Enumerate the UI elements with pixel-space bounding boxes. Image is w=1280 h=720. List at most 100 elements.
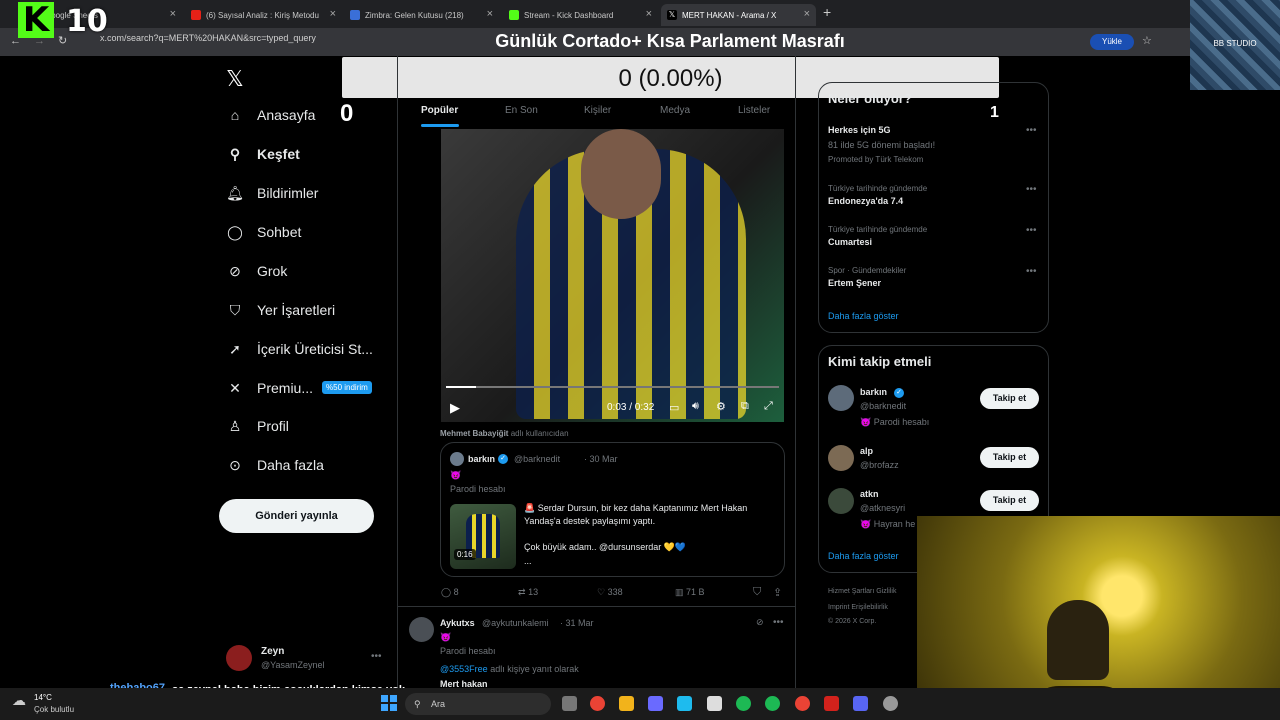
spotify-icon[interactable] bbox=[736, 696, 751, 711]
tweet-author-handle: @aykutunkalemi bbox=[482, 618, 549, 628]
nav-profile[interactable]: ♙ Profil bbox=[226, 417, 289, 435]
trend-name[interactable]: Herkes için 5G bbox=[828, 125, 891, 135]
avatar[interactable] bbox=[828, 488, 854, 514]
tab-x-search[interactable]: 𝕏 MERT HAKAN - Arama / X × bbox=[661, 4, 816, 26]
follow-user-name[interactable]: alp bbox=[860, 446, 873, 456]
captions-icon[interactable]: ▭ bbox=[669, 401, 679, 414]
follow-user-name[interactable]: barkın bbox=[860, 387, 887, 397]
kick-logo: K bbox=[18, 2, 54, 38]
tab-youtube[interactable]: (6) Sayısal Analiz : Kiriş Metodu × bbox=[185, 4, 342, 26]
premium-badge[interactable]: %50 indirim bbox=[322, 381, 372, 394]
search-icon: ⚲ bbox=[414, 699, 421, 709]
settings-icon[interactable]: ⚙ bbox=[716, 400, 726, 413]
avatar[interactable] bbox=[409, 617, 434, 642]
follow-user-note: 😈 Parodi hesabı bbox=[860, 417, 930, 427]
acrobat-icon[interactable] bbox=[824, 696, 839, 711]
x-logo-icon[interactable]: 𝕏 bbox=[226, 66, 244, 92]
nav-chat[interactable]: ◯ Sohbet bbox=[226, 223, 301, 241]
close-icon[interactable]: × bbox=[330, 8, 336, 20]
tab-media[interactable]: Medya bbox=[660, 105, 690, 116]
file-explorer-icon[interactable] bbox=[619, 696, 634, 711]
discord-icon[interactable] bbox=[853, 696, 868, 711]
play-icon[interactable]: ▶ bbox=[450, 400, 460, 416]
nav-notifications[interactable]: 🔔︎ Bildirimler bbox=[226, 184, 318, 202]
quoted-tweet[interactable]: barkın ✓ @barknedit · 30 Mar 😈 Parodi he… bbox=[440, 442, 785, 577]
grok-icon[interactable]: ⊘ bbox=[756, 617, 764, 628]
trends-show-more[interactable]: Daha fazla göster bbox=[828, 311, 899, 321]
task-view-icon[interactable] bbox=[562, 696, 577, 711]
post-button[interactable]: Gönderi yayınla bbox=[219, 499, 374, 533]
url-field[interactable]: x.com/search?q=MERT%20HAKAN&src=typed_qu… bbox=[100, 33, 316, 43]
bookmark-star-icon[interactable]: ☆ bbox=[1142, 34, 1152, 47]
nav-creator-studio[interactable]: ➚ İçerik Üreticisi St... bbox=[226, 340, 373, 358]
trend-menu-icon[interactable]: ••• bbox=[1026, 225, 1037, 236]
close-icon[interactable]: × bbox=[170, 8, 176, 20]
trend-name[interactable]: Cumartesi bbox=[828, 237, 872, 247]
chrome-icon[interactable] bbox=[795, 696, 810, 711]
follow-user-name[interactable]: atkn bbox=[860, 489, 879, 499]
video-player[interactable]: ▶ 0:03 / 0:32 ▭ 🔊︎ ⚙ ⧉ ⤢ bbox=[441, 129, 784, 422]
tweet-date: 31 Mar bbox=[565, 618, 594, 628]
tab-people[interactable]: Kişiler bbox=[584, 105, 611, 116]
close-icon[interactable]: × bbox=[646, 8, 652, 20]
account-menu-icon[interactable]: ••• bbox=[371, 651, 382, 662]
nav-bookmarks[interactable]: ⛉ Yer İşaretleri bbox=[226, 301, 335, 319]
video-seek-track[interactable] bbox=[446, 386, 779, 388]
footer-links-2[interactable]: Imprint Erişilebilirlik bbox=[828, 604, 888, 611]
repost-action[interactable]: ⇄ 13 bbox=[518, 587, 538, 598]
trend-menu-icon[interactable]: ••• bbox=[1026, 266, 1037, 277]
weather-desc[interactable]: Çok bulutlu bbox=[34, 705, 74, 714]
close-icon[interactable]: × bbox=[487, 8, 493, 20]
share-icon[interactable]: ⇪ bbox=[773, 586, 782, 599]
chat-icon: ◯ bbox=[227, 223, 243, 240]
tab-kick[interactable]: Stream - Kick Dashboard × bbox=[503, 4, 658, 26]
follow-show-more[interactable]: Daha fazla göster bbox=[828, 551, 899, 561]
new-tab-button[interactable]: + bbox=[823, 4, 831, 20]
store-icon[interactable] bbox=[707, 696, 722, 711]
weather-temp[interactable]: 14°C bbox=[34, 693, 52, 702]
bookmark-icon[interactable]: ⛉ bbox=[753, 586, 761, 599]
tweet-menu-icon[interactable]: ••• bbox=[773, 617, 784, 628]
pip-icon[interactable]: ⧉ bbox=[741, 400, 749, 413]
follow-button[interactable]: Takip et bbox=[980, 447, 1039, 468]
tab-lists[interactable]: Listeler bbox=[738, 105, 770, 116]
nav-explore[interactable]: ⚲ Keşfet bbox=[226, 145, 300, 163]
nav-grok[interactable]: ⊘ Grok bbox=[226, 262, 287, 280]
windows-start-icon[interactable] bbox=[381, 695, 397, 711]
follow-button[interactable]: Takip et bbox=[980, 490, 1039, 511]
spotify-icon[interactable] bbox=[765, 696, 780, 711]
trend-name[interactable]: Endonezya'da 7.4 bbox=[828, 196, 903, 206]
quoted-thumbnail[interactable]: 0:16 bbox=[450, 504, 516, 569]
reply-action[interactable]: ◯ 8 bbox=[441, 587, 459, 598]
x-icon: ✕ bbox=[229, 379, 241, 396]
obs-icon[interactable] bbox=[883, 696, 898, 711]
trend-name[interactable]: Ertem Şener bbox=[828, 278, 881, 288]
app-icon[interactable] bbox=[648, 696, 663, 711]
nav-more[interactable]: ⊙ Daha fazla bbox=[226, 456, 324, 474]
thumbnail-duration: 0:16 bbox=[454, 549, 476, 560]
tab-zimbra[interactable]: Zimbra: Gelen Kutusu (218) × bbox=[344, 4, 499, 26]
rocket-icon: ➚ bbox=[229, 340, 241, 357]
footer-links-1[interactable]: Hizmet Şartları Gizlilik bbox=[828, 588, 896, 595]
volume-icon[interactable]: 🔊︎ bbox=[692, 400, 699, 413]
trend-menu-icon[interactable]: ••• bbox=[1026, 184, 1037, 195]
trend-menu-icon[interactable]: ••• bbox=[1026, 125, 1037, 136]
verified-icon: ✓ bbox=[498, 454, 508, 464]
views-action[interactable]: ▥ 71 B bbox=[675, 587, 705, 598]
nav-premium[interactable]: ✕ Premiu... bbox=[226, 379, 313, 397]
fullscreen-icon[interactable]: ⤢ bbox=[764, 400, 773, 413]
chrome-icon[interactable] bbox=[590, 696, 605, 711]
avatar[interactable] bbox=[828, 445, 854, 471]
edge-icon[interactable] bbox=[677, 696, 692, 711]
close-icon[interactable]: × bbox=[804, 8, 810, 20]
tab-popular[interactable]: Popüler bbox=[421, 105, 458, 116]
avatar[interactable] bbox=[226, 645, 252, 671]
avatar[interactable] bbox=[828, 385, 854, 411]
tab-latest[interactable]: En Son bbox=[505, 105, 538, 116]
like-action[interactable]: ♡ 338 bbox=[597, 587, 623, 598]
follow-button[interactable]: Takip et bbox=[980, 388, 1039, 409]
nav-home[interactable]: ⌂ Anasayfa bbox=[226, 106, 316, 124]
install-button[interactable]: Yükle bbox=[1090, 34, 1134, 50]
quoted-date: 30 Mar bbox=[589, 454, 618, 464]
taskbar-search[interactable]: ⚲ Ara bbox=[405, 693, 551, 715]
